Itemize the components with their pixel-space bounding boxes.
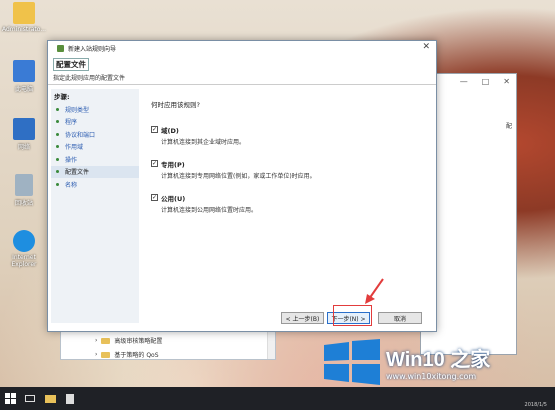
tree-item[interactable]: › 高级审核策略配置 [95,336,162,345]
task-view-icon [25,395,35,402]
chevron-right-icon: › [95,337,98,344]
system-tray-clock[interactable]: 2018/1/5 [525,402,547,408]
close-button[interactable]: ✕ [422,42,430,52]
desktop-icon-recycle-bin[interactable]: 回收站 [2,174,46,207]
desktop-icon-administrator[interactable]: Administrato... [2,2,46,33]
steps-label: 步骤: [54,93,70,101]
steps-panel: 步骤: 规则类型 程序 协议和端口 作用域 操作 配置文件 名称 [51,89,139,323]
document-icon [66,393,74,404]
watermark-url: www.win10xitong.com [386,372,477,381]
folder-icon [101,351,111,358]
step-rule-type[interactable]: 规则类型 [51,103,139,116]
windows-logo-icon [324,339,380,385]
question-label: 何时应用该规则? [151,101,200,109]
option-public[interactable]: ✓ 公用(U) 计算机连接到公用网络位置时应用。 [151,193,316,214]
desktop-icon-network[interactable]: 网络 [2,118,46,151]
watermark-brand: Win10 之家 [386,349,491,371]
ie-icon [13,230,35,252]
step-protocol-port[interactable]: 协议和端口 [51,128,139,141]
close-icon[interactable]: ✕ [503,77,510,88]
step-scope[interactable]: 作用域 [51,141,139,154]
chevron-right-icon: › [95,351,98,358]
option-domain[interactable]: ✓ 域(D) 计算机连接到其企业域时应用。 [151,125,316,146]
task-view-button[interactable] [20,387,40,410]
bullet-icon [56,120,59,124]
tree-item[interactable]: › 基于策略的 QoS [95,350,159,359]
start-button[interactable] [0,387,20,410]
page-subtitle: 指定此规则应用的配置文件 [53,75,126,82]
bullet-icon [56,182,59,186]
bullet-icon [56,145,59,149]
wizard-header: 配置文件 指定此规则应用的配置文件 [53,58,125,82]
network-icon [13,118,35,140]
computer-icon [13,60,35,82]
option-private[interactable]: ✓ 专用(P) 计算机连接到专用网络位置(例如，家或工作单位)时应用。 [151,159,316,180]
private-checkbox[interactable]: ✓ [151,160,158,167]
maximize-icon[interactable]: □ [482,77,490,88]
minimize-icon[interactable]: — [460,77,468,88]
vertical-scrollbar[interactable] [267,330,275,359]
bullet-icon [56,132,59,136]
cancel-button[interactable]: 取消 [378,312,422,324]
windows-start-icon [4,393,16,404]
folder-icon [101,337,111,344]
bullet-icon [56,170,59,174]
back-button[interactable]: < 上一步(B) [281,312,324,324]
public-checkbox[interactable]: ✓ [151,194,158,201]
title-bar[interactable]: 新建入站规则向导 [48,41,436,55]
taskbar: 2018/1/5 [0,387,555,410]
page-title: 配置文件 [53,58,89,71]
bullet-icon [56,157,59,161]
window-title: 新建入站规则向导 [68,45,117,53]
domain-checkbox[interactable]: ✓ [151,126,158,133]
firewall-icon [57,44,64,52]
desktop-icon-ie[interactable]: Internet Explorer [2,230,46,268]
mmc-tree-panel: › 高级审核策略配置 › 基于策略的 QoS [60,330,276,360]
user-folder-icon [13,2,35,24]
watermark: Win10 之家 www.win10xitong.com [322,339,490,385]
recycle-bin-icon [15,174,33,196]
window-edge-text: 配 [505,123,512,130]
folder-icon [44,394,56,403]
profile-options: 何时应用该规则? ✓ 域(D) 计算机连接到其企业域时应用。 ✓ 专用(P) 计… [151,99,316,227]
step-action[interactable]: 操作 [51,153,139,166]
desktop-icon-computer[interactable]: 此电脑 [2,60,46,93]
step-profile[interactable]: 配置文件 [51,165,139,178]
annotation-arrow-icon [365,278,384,304]
bullet-icon [56,107,59,111]
step-name[interactable]: 名称 [51,178,139,191]
highlight-box [333,305,372,326]
taskbar-app-button[interactable] [60,387,80,410]
divider [48,84,436,85]
step-program[interactable]: 程序 [51,116,139,129]
file-explorer-button[interactable] [40,387,60,410]
